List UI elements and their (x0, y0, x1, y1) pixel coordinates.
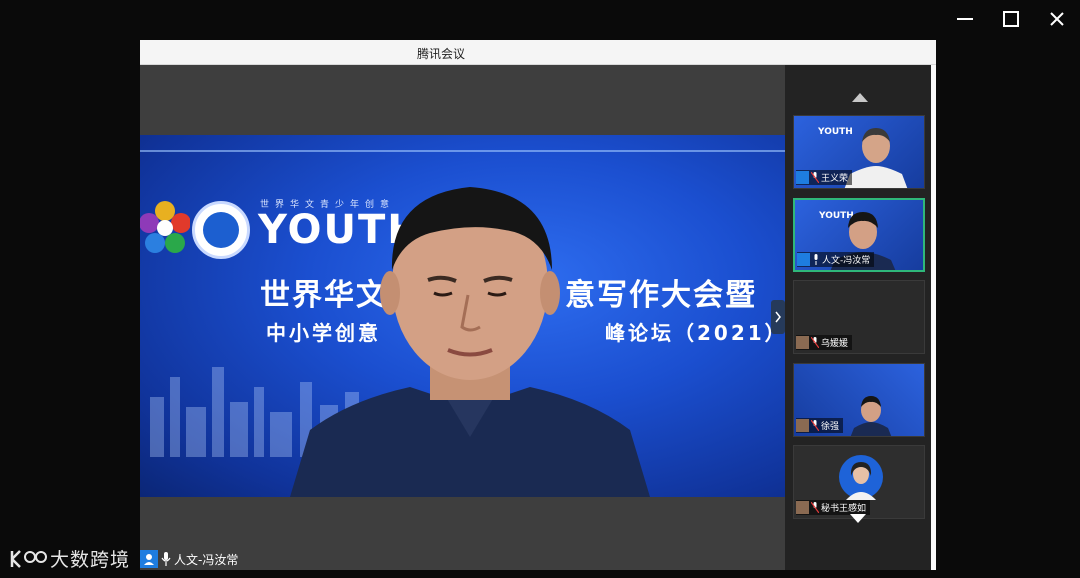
participant-name: 徐强 (821, 422, 840, 432)
maximize-button[interactable] (988, 0, 1034, 38)
participant-label: 王义荣 (796, 170, 853, 185)
screen: 腾讯会议 世界华文青少年创意 YOUTH 世界华文 意写作大会暨 中小学创意 峰… (0, 0, 1080, 578)
scroll-down-arrow-icon[interactable] (850, 514, 866, 523)
speaker-video-figure (290, 187, 650, 497)
participant-label: 徐强 (796, 418, 844, 433)
minimize-button[interactable] (942, 0, 988, 38)
close-button[interactable] (1034, 0, 1080, 38)
participant-label: 秘书王感如 (796, 500, 871, 515)
user-avatar-icon (796, 171, 809, 184)
watermark-text: 大数跨境 (50, 549, 131, 571)
main-video: 世界华文青少年创意 YOUTH 世界华文 意写作大会暨 中小学创意 峰论坛（20… (140, 135, 785, 497)
participant-name: 秘书王感如 (821, 504, 867, 514)
meeting-window: 腾讯会议 世界华文青少年创意 YOUTH 世界华文 意写作大会暨 中小学创意 峰… (140, 40, 936, 570)
microphone-muted-icon (811, 420, 819, 431)
microphone-icon (814, 254, 818, 265)
participant-video-figure (850, 396, 892, 436)
collapse-sidebar-button[interactable] (771, 300, 785, 334)
participant-tile[interactable]: YOUTH 王义荣 (793, 115, 925, 189)
participant-sidebar: YOUTH 王义荣 YOUTH 人文-冯汝常 乌媛媛 徐强 秘书王感如 (785, 65, 931, 570)
speaker-name-tag: 人文-冯汝常 (140, 548, 238, 570)
watermark-logo-icon (10, 549, 47, 568)
participant-avatar-photo (839, 455, 883, 500)
user-avatar-icon (797, 253, 810, 266)
main-video-stage[interactable]: 世界华文青少年创意 YOUTH 世界华文 意写作大会暨 中小学创意 峰论坛（20… (140, 65, 785, 570)
participant-label: 乌媛媛 (796, 335, 853, 350)
participant-tile[interactable]: 秘书王感如 (793, 445, 925, 519)
forum-seal-logo (192, 201, 250, 259)
participant-label: 人文-冯汝常 (797, 252, 875, 267)
minimize-icon (957, 18, 973, 20)
user-avatar-icon (796, 336, 809, 349)
forum-flower-logo (140, 201, 190, 253)
user-avatar-icon (796, 419, 809, 432)
microphone-muted-icon (811, 172, 819, 183)
meeting-title: 腾讯会议 (417, 47, 466, 61)
window-controls (942, 0, 1080, 38)
participant-name: 人文-冯汝常 (822, 256, 871, 266)
participant-name: 乌媛媛 (821, 339, 849, 349)
microphone-muted-icon (811, 337, 819, 348)
scroll-up-arrow-icon[interactable] (852, 93, 868, 102)
user-avatar-icon (796, 501, 809, 514)
microphone-muted-icon (811, 502, 819, 513)
chevron-right-icon (775, 311, 781, 323)
window-right-edge (931, 65, 936, 570)
participant-tile-active[interactable]: YOUTH 人文-冯汝常 (793, 198, 925, 272)
participant-tile[interactable]: 徐强 (793, 363, 925, 437)
speaker-name: 人文-冯汝常 (174, 552, 239, 567)
watermark: 大数跨境 (8, 545, 130, 572)
participant-tile[interactable]: 乌媛媛 (793, 280, 925, 354)
maximize-icon (1003, 11, 1019, 27)
banner-divider (140, 150, 785, 152)
close-icon (1050, 12, 1064, 26)
participant-name: 王义荣 (821, 174, 849, 184)
user-avatar-icon (140, 550, 158, 568)
meeting-titlebar: 腾讯会议 (140, 40, 936, 65)
microphone-icon[interactable] (161, 552, 171, 566)
